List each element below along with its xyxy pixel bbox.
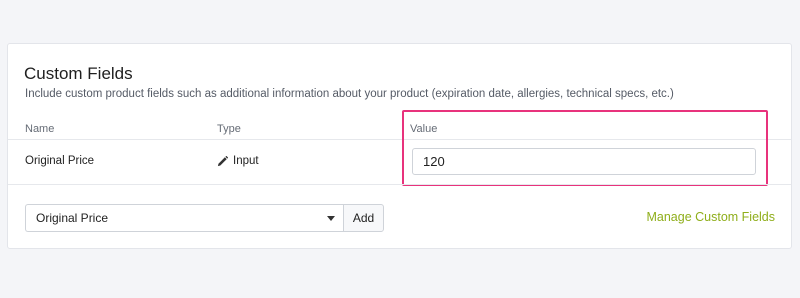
column-header-type: Type — [217, 123, 241, 135]
manage-custom-fields-link[interactable]: Manage Custom Fields — [646, 210, 775, 224]
field-name: Original Price — [25, 155, 95, 167]
row-divider — [8, 184, 791, 185]
column-header-name: Name — [25, 123, 55, 135]
field-type: Input — [217, 155, 259, 167]
field-type-label: Input — [233, 155, 259, 167]
custom-fields-card: Custom Fields Include custom product fie… — [7, 43, 792, 249]
header-divider — [8, 139, 791, 140]
column-header-value: Value — [410, 123, 438, 135]
custom-field-select-value: Original Price — [36, 211, 109, 225]
custom-field-select[interactable]: Original Price — [25, 204, 343, 232]
add-field-button[interactable]: Add — [343, 204, 384, 232]
field-value-input[interactable] — [412, 148, 756, 175]
pencil-icon — [217, 155, 228, 166]
section-title: Custom Fields — [24, 64, 133, 83]
section-description: Include custom product fields such as ad… — [25, 88, 674, 100]
caret-down-icon — [327, 215, 335, 221]
